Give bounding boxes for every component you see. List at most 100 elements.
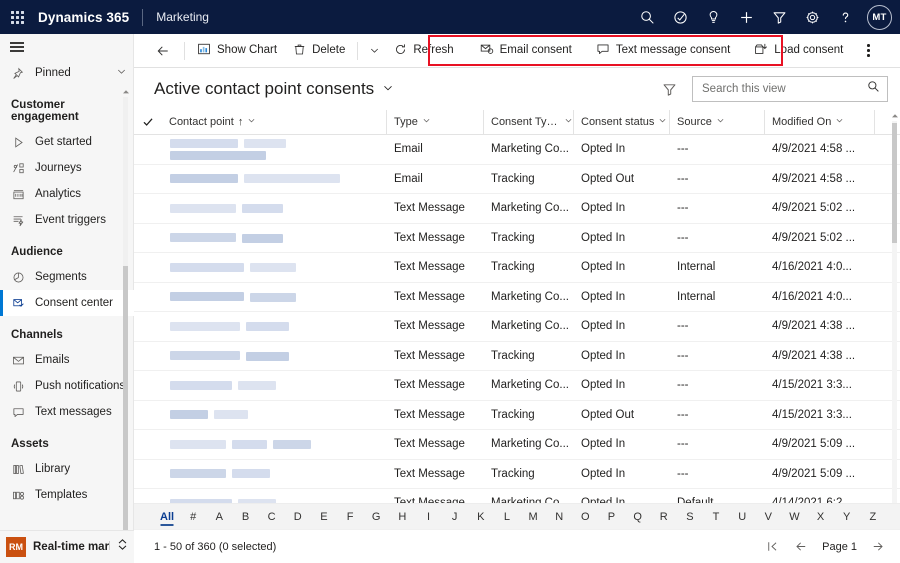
column-header-contact-point[interactable]: Contact point ↑ xyxy=(162,110,386,135)
sidebar-item-journeys[interactable]: Journeys xyxy=(0,155,134,181)
alpha-filter-c[interactable]: C xyxy=(259,504,285,530)
hamburger-menu-icon[interactable] xyxy=(0,34,133,60)
alpha-filter-n[interactable]: N xyxy=(546,504,572,530)
alpha-filter-o[interactable]: O xyxy=(572,504,598,530)
sidebar-item-library[interactable]: Library xyxy=(0,456,134,482)
alpha-filter-f[interactable]: F xyxy=(337,504,363,530)
chevron-down-icon[interactable] xyxy=(564,116,573,128)
command-overflow-chevron-icon[interactable] xyxy=(362,37,386,65)
alpha-filter-w[interactable]: W xyxy=(781,504,807,530)
sidebar-pinned-section[interactable]: Pinned xyxy=(0,60,133,86)
sidebar-item-consent-center[interactable]: Consent center xyxy=(0,290,134,316)
filter-icon[interactable] xyxy=(763,0,796,34)
updown-chevron-icon[interactable] xyxy=(117,538,128,556)
table-row[interactable]: Text Message Marketing Co... Opted In --- 4/… xyxy=(134,371,900,401)
back-button[interactable] xyxy=(146,34,180,68)
sidebar-item-analytics[interactable]: Analytics xyxy=(0,181,134,207)
alpha-filter-e[interactable]: E xyxy=(311,504,337,530)
text-message-consent-button[interactable]: Text message consent xyxy=(588,37,738,65)
refresh-button[interactable]: Refresh xyxy=(386,37,461,65)
area-switcher[interactable]: RM Real-time marketi... xyxy=(0,530,134,563)
cell-contact-point[interactable] xyxy=(162,469,386,479)
first-page-button[interactable] xyxy=(764,537,780,557)
table-row[interactable]: Text Message Tracking Opted In --- 4/9/2021 … xyxy=(134,460,900,489)
alpha-filter-v[interactable]: V xyxy=(755,504,781,530)
chevron-down-icon[interactable] xyxy=(382,79,394,99)
table-row[interactable]: Email Tracking Opted Out --- 4/9/2021 4:58 .… xyxy=(134,165,900,194)
cell-contact-point[interactable] xyxy=(162,351,386,361)
alpha-filter-l[interactable]: L xyxy=(494,504,520,530)
sidebar-item-segments[interactable]: Segments xyxy=(0,264,134,290)
waffle-menu-icon[interactable] xyxy=(0,0,34,34)
scroll-up-arrow-icon[interactable] xyxy=(120,86,131,97)
alpha-filter-j[interactable]: J xyxy=(442,504,468,530)
cell-contact-point[interactable] xyxy=(162,174,386,184)
column-header-type[interactable]: Type xyxy=(386,109,483,135)
alpha-filter-p[interactable]: P xyxy=(598,504,624,530)
alpha-filter-u[interactable]: U xyxy=(729,504,755,530)
chevron-down-icon[interactable] xyxy=(835,116,844,128)
sidebar-item-templates[interactable]: Templates xyxy=(0,482,134,508)
alpha-filter-g[interactable]: G xyxy=(363,504,389,530)
cell-contact-point[interactable] xyxy=(162,439,386,450)
cell-contact-point[interactable] xyxy=(162,138,386,161)
cell-contact-point[interactable] xyxy=(162,203,386,214)
alpha-filter-hash[interactable]: # xyxy=(180,504,206,530)
previous-page-button[interactable] xyxy=(793,537,809,557)
command-overflow-icon[interactable] xyxy=(857,37,879,65)
cell-contact-point[interactable] xyxy=(162,410,386,420)
gear-icon[interactable] xyxy=(796,0,829,34)
alpha-filter-m[interactable]: M xyxy=(520,504,546,530)
table-row[interactable]: Email Marketing Co... Opted In --- 4/9/2021 … xyxy=(134,135,900,165)
column-header-consent-type-value[interactable]: Consent Type Va... xyxy=(483,109,573,135)
chevron-down-icon[interactable] xyxy=(658,116,667,128)
email-consent-button[interactable]: Email consent xyxy=(472,37,580,65)
alpha-filter-h[interactable]: H xyxy=(389,504,415,530)
cell-contact-point[interactable] xyxy=(162,380,386,391)
cell-contact-point[interactable] xyxy=(162,292,386,302)
table-row[interactable]: Text Message Marketing Co... Opted In --- 4/… xyxy=(134,194,900,224)
cell-contact-point[interactable] xyxy=(162,233,386,243)
next-page-button[interactable] xyxy=(870,537,886,557)
grid-scrollbar-thumb[interactable] xyxy=(892,123,897,243)
table-row[interactable]: Text Message Tracking Opted In --- 4/9/2021 … xyxy=(134,224,900,253)
lightbulb-icon[interactable] xyxy=(697,0,730,34)
sidebar-scrollbar[interactable] xyxy=(120,86,131,538)
cell-contact-point[interactable] xyxy=(162,262,386,273)
grid-scroll-up-arrow-icon[interactable] xyxy=(889,110,900,121)
search-icon[interactable] xyxy=(631,0,664,34)
sidebar-item-event-triggers[interactable]: Event triggers xyxy=(0,207,134,233)
table-row[interactable]: Text Message Tracking Opted In Internal 4/16… xyxy=(134,253,900,283)
alpha-filter-k[interactable]: K xyxy=(468,504,494,530)
sidebar-item-get-started[interactable]: Get started xyxy=(0,129,134,155)
select-all-checkbox[interactable] xyxy=(134,116,162,128)
grid-scrollbar[interactable] xyxy=(889,110,900,519)
chevron-down-icon[interactable] xyxy=(716,116,725,128)
alpha-filter-all[interactable]: All xyxy=(154,504,180,530)
alpha-filter-t[interactable]: T xyxy=(703,504,729,530)
chevron-down-icon[interactable] xyxy=(116,66,127,80)
filter-icon[interactable] xyxy=(658,77,680,101)
sidebar-scrollbar-thumb[interactable] xyxy=(123,266,128,531)
column-header-consent-status[interactable]: Consent status xyxy=(573,109,669,135)
show-chart-button[interactable]: Show Chart xyxy=(189,37,285,65)
avatar[interactable]: MT xyxy=(867,4,892,30)
chevron-down-icon[interactable] xyxy=(247,116,256,128)
table-row[interactable]: Text Message Tracking Opted Out --- 4/15/202… xyxy=(134,401,900,430)
search-view-box[interactable] xyxy=(692,76,888,102)
cell-contact-point[interactable] xyxy=(162,321,386,332)
chevron-down-icon[interactable] xyxy=(422,116,431,128)
delete-button[interactable]: Delete xyxy=(285,37,353,65)
sidebar-item-text-messages[interactable]: Text messages xyxy=(0,399,134,425)
alpha-filter-d[interactable]: D xyxy=(285,504,311,530)
alpha-filter-z[interactable]: Z xyxy=(860,504,886,530)
view-selector[interactable]: Active contact point consents xyxy=(154,79,394,99)
alpha-filter-q[interactable]: Q xyxy=(625,504,651,530)
column-header-source[interactable]: Source xyxy=(669,109,764,135)
plus-icon[interactable] xyxy=(730,0,763,34)
help-icon[interactable] xyxy=(829,0,862,34)
alpha-filter-r[interactable]: R xyxy=(651,504,677,530)
sidebar-item-emails[interactable]: Emails xyxy=(0,347,134,373)
table-row[interactable]: Text Message Marketing Co... Opted In --- 4/… xyxy=(134,312,900,342)
sidebar-item-push-notifications[interactable]: Push notifications xyxy=(0,373,134,399)
